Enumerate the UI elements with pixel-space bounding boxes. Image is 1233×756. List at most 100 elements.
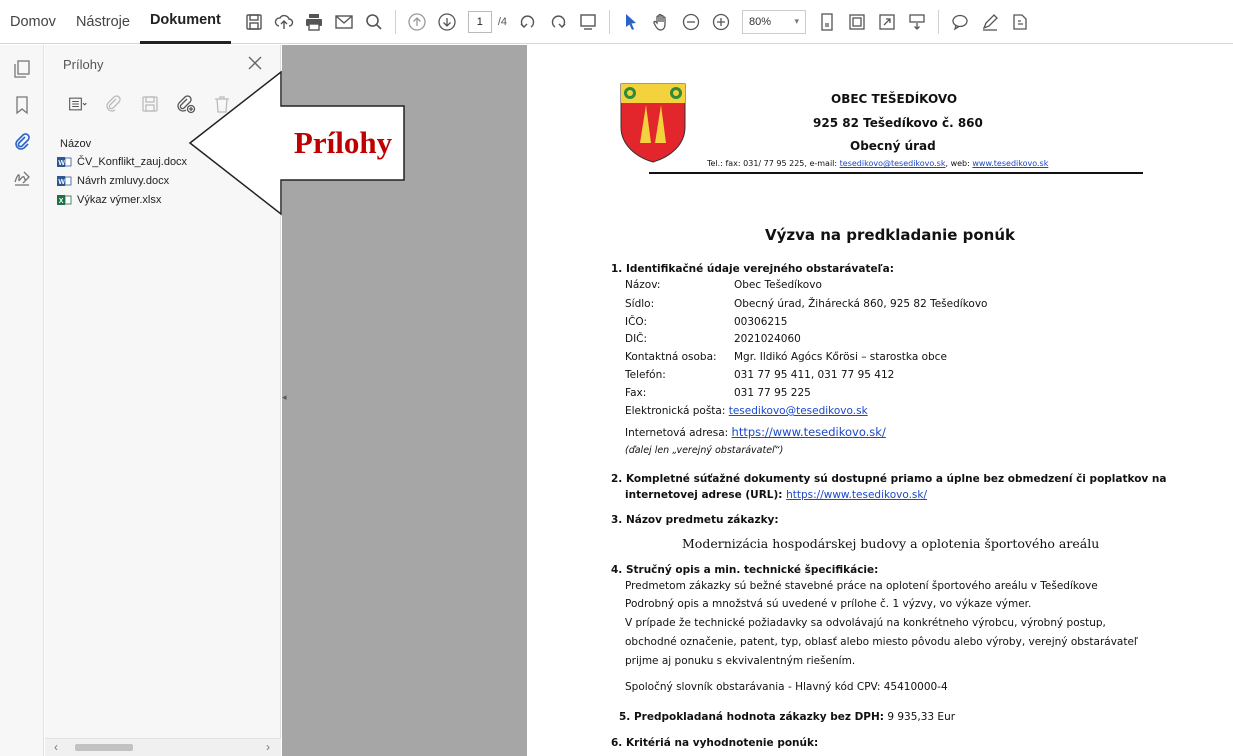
field-value: 00306215 — [734, 316, 788, 328]
section-4-heading: 4. Stručný opis a min. technické špecifi… — [611, 564, 879, 576]
web-label: Internetová adresa: — [625, 427, 729, 439]
header-email-link[interactable]: tesedikovo@tesedikovo.sk — [840, 159, 946, 168]
attachment-list: W ČV_Konflikt_zauj.docx W Návrh zmluvy.d… — [57, 152, 187, 209]
navigation-rail — [0, 45, 44, 756]
fit-page-icon[interactable] — [813, 8, 841, 36]
list-item[interactable]: W ČV_Konflikt_zauj.docx — [57, 152, 187, 171]
field-label: Názov: — [625, 279, 661, 291]
save-attachment-icon[interactable] — [137, 92, 163, 116]
select-cursor-icon[interactable] — [617, 8, 645, 36]
chevron-down-icon: ▾ — [794, 16, 800, 26]
field-value: Obec Tešedíkovo — [734, 279, 822, 291]
section-2-prefix: internetovej adrese (URL): — [625, 489, 787, 501]
web-prefix: , web: — [945, 159, 973, 168]
zoom-in-icon[interactable] — [707, 8, 735, 36]
highlight-pen-icon[interactable] — [976, 8, 1004, 36]
file-name: Výkaz výmer.xlsx — [77, 193, 162, 206]
org-contact: Tel.: fax: 031/ 77 95 225, e-mail: tesed… — [707, 159, 1048, 168]
options-menu-icon[interactable] — [65, 92, 91, 116]
paperclip-icon[interactable] — [0, 123, 44, 159]
save-icon[interactable] — [240, 8, 268, 36]
file-name: Návrh zmluvy.docx — [77, 174, 170, 187]
comment-icon[interactable] — [946, 8, 974, 36]
field-value: 031 77 95 225 — [734, 387, 811, 399]
excel-file-icon: X — [57, 194, 72, 206]
page-number-input[interactable]: 1 — [467, 10, 492, 33]
contact-prefix: Tel.: fax: 031/ 77 95 225, e-mail: — [707, 159, 840, 168]
bookmark-icon[interactable] — [0, 87, 44, 123]
tool-strip: 1 /4 80% ▾ — [239, 0, 1035, 44]
fullscreen-icon[interactable] — [873, 8, 901, 36]
section-5: 5. Predpokladaná hodnota zákazky bez DPH… — [619, 711, 955, 723]
menu-document[interactable]: Dokument — [139, 0, 231, 44]
page-up-icon[interactable] — [403, 8, 431, 36]
field-value: Mgr. Ildikó Agócs Kőrösi – starostka obc… — [734, 351, 947, 363]
section-2-line-1: 2. Kompletné súťažné dokumenty sú dostup… — [611, 473, 1167, 485]
collapse-panel-icon[interactable]: ◂ — [282, 392, 290, 408]
zoom-out-icon[interactable] — [677, 8, 705, 36]
org-office: Obecný úrad — [850, 139, 936, 153]
page-display-icon[interactable] — [574, 8, 602, 36]
list-item[interactable]: W Návrh zmluvy.docx — [57, 171, 187, 190]
section-5-heading: 5. Predpokladaná hodnota zákazky bez DPH… — [619, 711, 884, 723]
keyboard-scroll-icon[interactable] — [903, 8, 931, 36]
rotate-right-icon[interactable] — [544, 8, 572, 36]
pages-icon[interactable] — [0, 51, 44, 87]
page-down-icon[interactable] — [433, 8, 461, 36]
signature-icon[interactable] — [0, 159, 44, 195]
email-icon[interactable] — [330, 8, 358, 36]
print-icon[interactable] — [300, 8, 328, 36]
toolbar-divider — [938, 9, 940, 34]
field-label: Kontaktná osoba: — [625, 351, 717, 363]
callout-arrow: Prílohy — [188, 70, 405, 216]
scroll-right-icon[interactable]: › — [261, 740, 275, 754]
upload-cloud-icon[interactable] — [270, 8, 298, 36]
page-share-icon[interactable] — [1006, 8, 1034, 36]
section-3-heading: 3. Názov predmetu zákazky: — [611, 514, 779, 526]
horizontal-scrollbar[interactable]: ‹ › — [45, 738, 281, 756]
zoom-value: 80% — [749, 15, 772, 28]
section-4-line: Predmetom zákazky sú bežné stavebné prác… — [625, 580, 1098, 592]
field-value: 031 77 95 411, 031 77 95 412 — [734, 369, 895, 381]
callout-label: Prílohy — [294, 125, 393, 160]
svg-text:X: X — [59, 198, 64, 205]
svg-text:W: W — [58, 160, 65, 167]
search-icon[interactable] — [360, 8, 388, 36]
page-total: /4 — [497, 15, 508, 28]
list-item[interactable]: X Výkaz výmer.xlsx — [57, 190, 187, 209]
field-label: Fax: — [625, 387, 647, 399]
menu-home[interactable]: Domov — [0, 0, 66, 44]
cpv-code: Spoločný slovník obstarávania - Hlavný k… — [625, 681, 948, 693]
rotate-left-icon[interactable] — [514, 8, 542, 36]
org-name: OBEC TEŠEDÍKOVO — [831, 92, 958, 106]
zoom-select[interactable]: 80% ▾ — [742, 9, 807, 34]
document-page: OBEC TEŠEDÍKOVO 925 82 Tešedíkovo č. 860… — [527, 45, 1233, 756]
documents-url-link[interactable]: https://www.tesedikovo.sk/ — [786, 489, 927, 501]
menu-tools[interactable]: Nástroje — [66, 0, 140, 44]
web-link[interactable]: https://www.tesedikovo.sk/ — [732, 425, 886, 439]
header-rule — [649, 172, 1143, 174]
coat-of-arms-image — [620, 83, 686, 163]
open-attachment-icon[interactable] — [101, 92, 127, 116]
panel-title: Prílohy — [63, 57, 104, 72]
email-link[interactable]: tesedikovo@tesedikovo.sk — [729, 405, 868, 417]
file-name: ČV_Konflikt_zauj.docx — [77, 155, 188, 168]
fit-width-icon[interactable] — [843, 8, 871, 36]
field-value: 2021024060 — [734, 333, 801, 345]
toolbar-divider — [394, 9, 396, 34]
toolbar-divider — [609, 9, 611, 34]
email-row: Elektronická pošta: tesedikovo@tesedikov… — [625, 405, 868, 417]
header-web-link[interactable]: www.tesedikovo.sk — [972, 159, 1048, 168]
scroll-left-icon[interactable]: ‹ — [49, 740, 63, 754]
scrollbar-thumb[interactable] — [75, 744, 133, 751]
note: (ďalej len „verejný obstarávateľ“) — [625, 445, 784, 456]
section-4-line: V prípade že technické požiadavky sa odv… — [625, 617, 1106, 629]
email-label: Elektronická pošta: — [625, 405, 726, 417]
section-6-heading: 6. Kritériá na vyhodnotenie ponúk: — [611, 737, 819, 749]
hand-icon[interactable] — [647, 8, 675, 36]
field-label: Telefón: — [625, 369, 666, 381]
column-header-name[interactable]: Názov — [60, 138, 91, 150]
section-4-line: Podrobný opis a množstvá sú uvedené v pr… — [625, 598, 1032, 610]
field-value: Obecný úrad, Žihárecká 860, 925 82 Tešed… — [734, 298, 988, 310]
section-4-line: prijme aj ponuku s ekvivalentným riešení… — [625, 655, 856, 667]
